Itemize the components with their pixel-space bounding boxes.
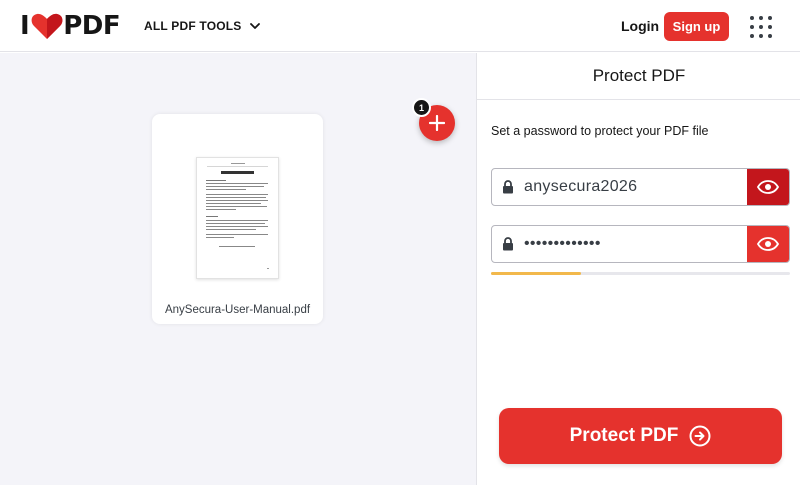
eye-icon[interactable] — [747, 226, 789, 262]
logo-text-pdf: PDF — [63, 11, 121, 41]
top-header: I PDF ALL PDF TOOLS Login Sign up — [0, 0, 800, 52]
file-workspace: AnySecura-User-Manual.pdf 1 — [0, 53, 476, 485]
panel-title: Protect PDF — [477, 53, 800, 100]
file-name: AnySecura-User-Manual.pdf — [164, 304, 311, 316]
file-count-badge: 1 — [412, 98, 431, 117]
eye-icon[interactable] — [747, 169, 789, 205]
heart-icon — [31, 12, 63, 40]
file-card[interactable]: AnySecura-User-Manual.pdf — [152, 114, 323, 324]
repeat-password-field[interactable]: ••••••••••••• — [491, 225, 790, 263]
protect-pdf-button[interactable]: Protect PDF — [499, 408, 782, 464]
ilovepdf-logo[interactable]: I PDF — [20, 11, 121, 41]
login-link[interactable]: Login — [621, 18, 659, 34]
options-panel: Protect PDF Set a password to protect yo… — [476, 53, 800, 485]
protect-pdf-label: Protect PDF — [569, 425, 679, 446]
arrow-circle-right-icon — [689, 425, 711, 447]
password-strength-bar — [491, 272, 790, 275]
lock-icon — [492, 226, 524, 262]
repeat-password-value[interactable]: ••••••••••••• — [524, 235, 747, 253]
plus-icon — [429, 115, 445, 131]
apps-grid-icon[interactable] — [750, 16, 772, 38]
signup-button[interactable]: Sign up — [664, 12, 729, 41]
panel-description: Set a password to protect your PDF file — [491, 124, 709, 138]
password-strength-fill — [491, 272, 581, 275]
password-field[interactable]: anysecura2026 — [491, 168, 790, 206]
pdf-thumbnail — [196, 157, 279, 279]
logo-text-i: I — [20, 11, 30, 41]
all-pdf-tools-label: ALL PDF TOOLS — [144, 19, 242, 33]
password-value[interactable]: anysecura2026 — [524, 178, 747, 196]
lock-icon — [492, 169, 524, 205]
chevron-down-icon — [249, 22, 260, 29]
all-pdf-tools-menu[interactable]: ALL PDF TOOLS — [144, 19, 260, 33]
